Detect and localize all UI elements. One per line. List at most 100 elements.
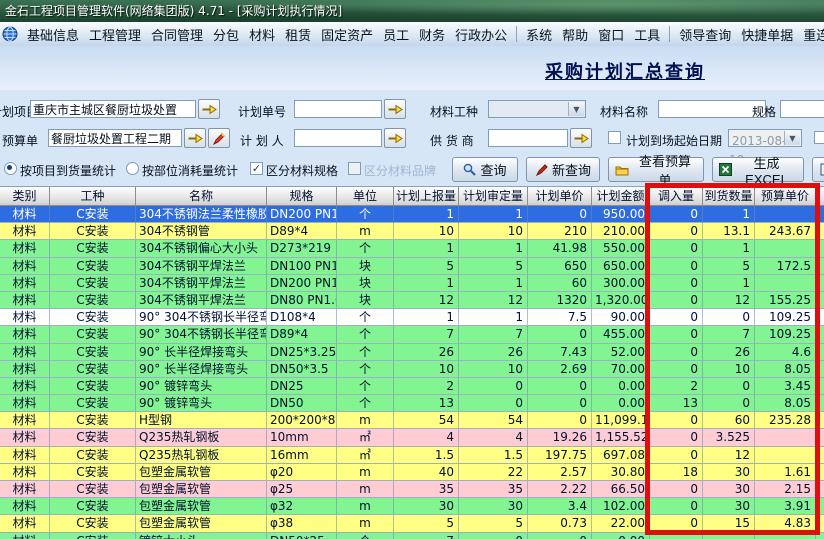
cell[interactable]: 8.05 — [755, 361, 816, 378]
arrival-date-select[interactable]: 2013-08-10 ▼ — [728, 129, 802, 147]
cell[interactable]: m — [337, 223, 394, 240]
table-row[interactable]: 材料C安装304不锈钢法兰柔性橡胶DN200 PN1.0个110950.0001 — [0, 206, 824, 223]
cell[interactable]: 304不锈钢平焊法兰 — [136, 258, 267, 275]
menu-item-基础信息[interactable]: 基础信息 — [22, 25, 84, 44]
cell[interactable]: 90° 镀锌弯头 — [136, 395, 267, 412]
cell[interactable]: 4.6 — [755, 344, 816, 361]
cell[interactable]: 304不锈钢平焊法兰 — [136, 292, 267, 309]
cell[interactable]: 0 — [650, 361, 703, 378]
cell[interactable]: 304不锈钢偏心大小头 — [136, 240, 267, 257]
chevron-down-icon[interactable]: ▼ — [568, 102, 584, 116]
cell[interactable]: C安装 — [50, 240, 136, 257]
cell[interactable]: 90° 304不锈钢长半径弯 — [136, 309, 267, 326]
cell[interactable]: 镀锌大小头 — [136, 533, 267, 539]
cell[interactable]: DN25 — [267, 378, 337, 395]
cell[interactable] — [755, 447, 816, 464]
cell[interactable] — [816, 481, 824, 498]
cell[interactable]: 7.43 — [528, 344, 592, 361]
table-row[interactable]: 材料C安装镀锌大小头DN50*25个7000.00 — [0, 533, 824, 539]
close-button[interactable]: 关闭 — [812, 157, 824, 182]
cell[interactable]: C安装 — [50, 206, 136, 223]
cell[interactable]: 5 — [459, 258, 528, 275]
cell[interactable]: 1 — [394, 206, 459, 223]
table-row[interactable]: 材料C安装304不锈钢偏心大小头D273*219个1141.98550.0001 — [0, 240, 824, 257]
cell[interactable]: C安装 — [50, 223, 136, 240]
cell[interactable]: DN100 PN1.0 — [267, 258, 337, 275]
cell[interactable] — [816, 344, 824, 361]
cell[interactable] — [816, 533, 824, 539]
cell[interactable]: 0 — [650, 481, 703, 498]
table-row[interactable]: 材料C安装包塑金属软管φ32m30303.4102.000303.91 — [0, 498, 824, 515]
cell[interactable]: 1,320.00 — [592, 292, 650, 309]
menu-item-工程管理[interactable]: 工程管理 — [84, 25, 146, 44]
table-row[interactable]: 材料C安装90° 镀锌弯头DN50个13000.001308.05 — [0, 395, 824, 412]
cell[interactable]: 12 — [703, 447, 755, 464]
table-row[interactable]: 材料C安装90° 镀锌弯头DN25个2000.00203.45 — [0, 378, 824, 395]
cell[interactable]: 0 — [459, 378, 528, 395]
cell[interactable]: Q235热轧钢板 — [136, 447, 267, 464]
cell[interactable] — [816, 429, 824, 446]
cell[interactable] — [816, 258, 824, 275]
cell[interactable]: 90° 长半径焊接弯头 — [136, 361, 267, 378]
cell[interactable]: 0.00 — [592, 378, 650, 395]
cell[interactable]: C安装 — [50, 326, 136, 343]
menu-item-系统[interactable]: 系统 — [521, 25, 557, 44]
cell[interactable]: 13 — [650, 395, 703, 412]
cell[interactable]: 1 — [459, 206, 528, 223]
cell[interactable] — [816, 395, 824, 412]
cell[interactable]: 个 — [337, 533, 394, 539]
cell[interactable]: 0.00 — [592, 395, 650, 412]
cell[interactable]: 0 — [703, 309, 755, 326]
cell[interactable]: 0 — [459, 533, 528, 539]
cell[interactable]: 10 — [703, 361, 755, 378]
column-header-计划审定量[interactable]: 计划审定量 — [459, 187, 528, 206]
cell[interactable]: 1.61 — [755, 464, 816, 481]
cell[interactable]: C安装 — [50, 481, 136, 498]
cell[interactable]: 材料 — [0, 378, 50, 395]
cell[interactable] — [755, 240, 816, 257]
cell[interactable]: 材料 — [0, 223, 50, 240]
menu-item-材料[interactable]: 材料 — [244, 25, 280, 44]
cell[interactable]: 5 — [394, 258, 459, 275]
cell[interactable]: DN50*3.5 — [267, 361, 337, 378]
cell[interactable]: φ32 — [267, 498, 337, 515]
table-row[interactable]: 材料C安装304不锈钢平焊法兰DN80 PN1.0块121213201,320.… — [0, 292, 824, 309]
cell[interactable]: 235.28 — [755, 412, 816, 429]
stat-by-position-radio[interactable] — [126, 162, 139, 175]
cell[interactable]: 0 — [459, 395, 528, 412]
cell[interactable] — [816, 464, 824, 481]
cell[interactable]: 30.80 — [592, 464, 650, 481]
cell[interactable]: DN200 PN1.0 — [267, 275, 337, 292]
column-header-预算单价[interactable]: 预算单价 — [755, 187, 816, 206]
cell[interactable]: 950.00 — [592, 206, 650, 223]
cell[interactable]: DN50*25 — [267, 533, 337, 539]
cell[interactable]: m — [337, 464, 394, 481]
cell[interactable]: C安装 — [50, 447, 136, 464]
cell[interactable]: 7 — [703, 326, 755, 343]
cell[interactable]: 109.25 — [755, 326, 816, 343]
menu-item-帮助[interactable]: 帮助 — [557, 25, 593, 44]
cell[interactable]: 个 — [337, 206, 394, 223]
cell[interactable]: 210 — [528, 223, 592, 240]
cell[interactable] — [816, 498, 824, 515]
table-row[interactable]: 材料C安装包塑金属软管φ25m35352.2266.500302.15 — [0, 481, 824, 498]
column-header-计划单价[interactable]: 计划单价 — [528, 187, 592, 206]
cell[interactable]: 7 — [394, 533, 459, 539]
cell[interactable]: 1 — [394, 275, 459, 292]
cell[interactable] — [816, 240, 824, 257]
cell[interactable]: 1 — [703, 240, 755, 257]
cell[interactable] — [755, 275, 816, 292]
cell[interactable]: 0 — [650, 429, 703, 446]
budget-sheet-edit-button[interactable] — [208, 128, 230, 148]
table-row[interactable]: 材料C安装304不锈钢平焊法兰DN200 PN1.0块1160300.0001 — [0, 275, 824, 292]
cell[interactable]: 材料 — [0, 395, 50, 412]
cell[interactable]: 1 — [459, 275, 528, 292]
cell[interactable]: DN25*3.25 — [267, 344, 337, 361]
cell[interactable]: 0 — [528, 206, 592, 223]
cell[interactable]: 0.00 — [592, 533, 650, 539]
distinguish-spec-checkbox[interactable]: ✓ — [250, 162, 263, 175]
cell[interactable]: 18 — [650, 464, 703, 481]
cell[interactable]: DN200 PN1.0 — [267, 206, 337, 223]
cell[interactable] — [816, 412, 824, 429]
cell[interactable]: 155.25 — [755, 292, 816, 309]
